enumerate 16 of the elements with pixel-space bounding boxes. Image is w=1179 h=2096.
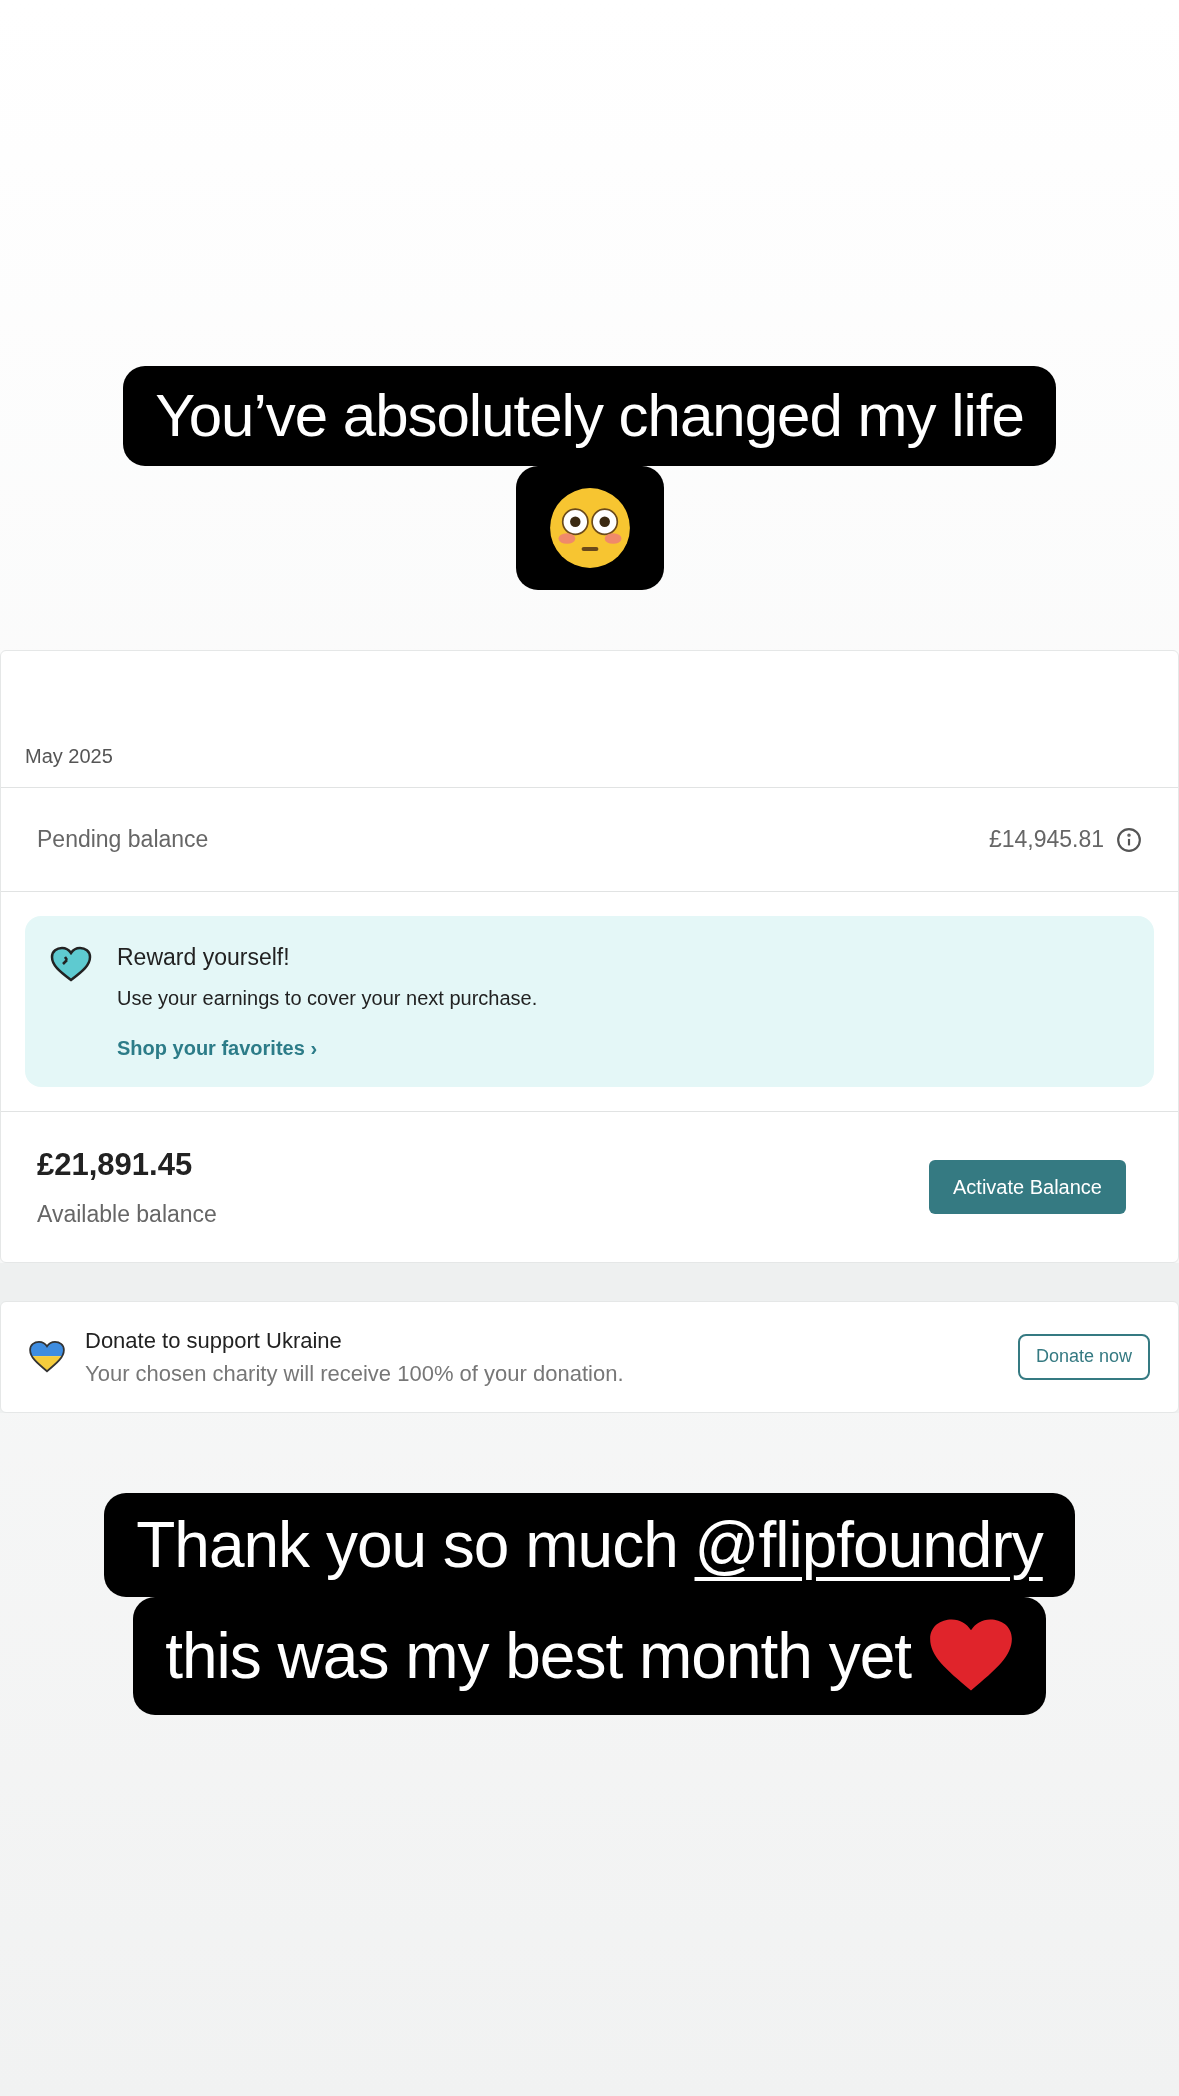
shop-favorites-link[interactable]: Shop your favorites › — [117, 1032, 538, 1063]
caption-text: You’ve absolutely changed my life — [155, 386, 1024, 446]
donate-now-button[interactable]: Donate now — [1017, 1333, 1150, 1380]
donate-description: Your chosen charity will receive 100% of your donation. — [85, 1359, 624, 1388]
available-label: Available balance — [37, 1199, 217, 1229]
flushed-emoji-icon — [547, 486, 632, 570]
activate-balance-button[interactable]: Activate Balance — [929, 1159, 1126, 1214]
pending-amount: £14,945.81 — [988, 825, 1104, 855]
pending-label: Pending balance — [37, 825, 209, 855]
reward-title: Reward yourself! — [117, 943, 291, 972]
info-icon[interactable] — [1116, 826, 1142, 853]
donate-title: Donate to support Ukraine — [85, 1326, 343, 1355]
reward-description: Use your earnings to cover your next purchase. — [117, 985, 538, 1011]
heart-icon — [29, 1340, 65, 1373]
available-amount: £21,891.45 — [37, 1146, 194, 1184]
month-heading: May 2025 — [25, 745, 113, 767]
